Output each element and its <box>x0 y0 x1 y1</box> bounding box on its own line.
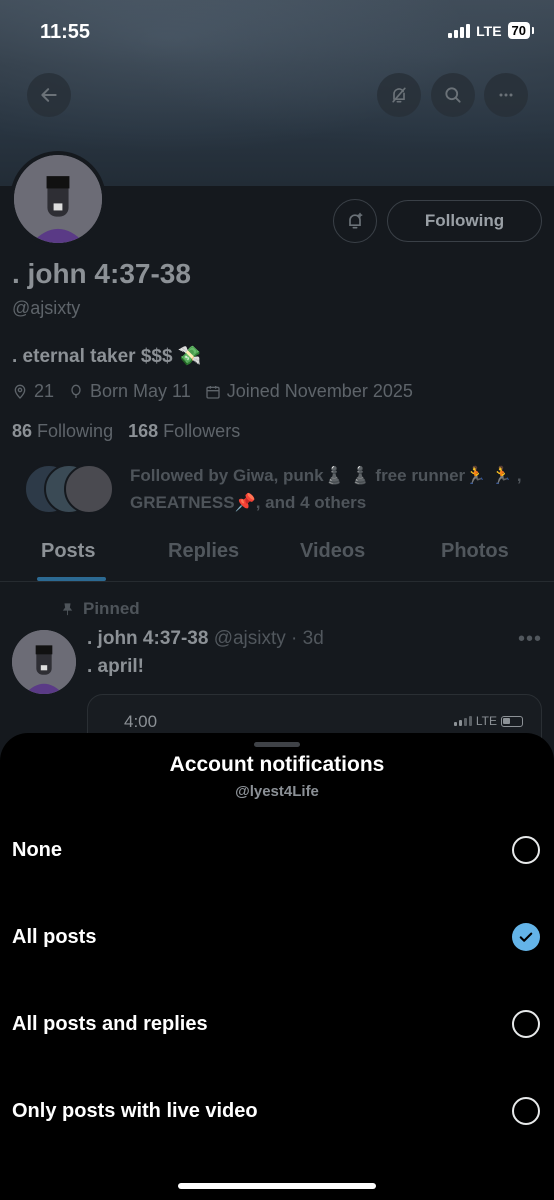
post-author-avatar[interactable] <box>12 630 76 694</box>
profile-handle: @ajsixty <box>12 298 81 318</box>
avatar-image <box>14 155 102 243</box>
following-link[interactable]: 86 Following <box>12 421 113 441</box>
follow-counts: 86 Following 168 Followers <box>12 421 240 442</box>
calendar-icon <box>206 385 220 399</box>
mute-notifications-button[interactable] <box>377 73 421 117</box>
profile-name: . john 4:37-38 <box>12 258 191 289</box>
post-text: . april! <box>87 656 145 677</box>
account-notifications-sheet: Account notifications @lyest4Life None A… <box>0 733 554 1200</box>
location-icon <box>14 384 26 399</box>
notifications-bell-button[interactable] <box>333 199 377 243</box>
sheet-grabber[interactable] <box>254 742 300 747</box>
option-all-posts[interactable]: All posts <box>0 907 554 967</box>
profile-bio: . eternal taker $$$ 💸 <box>12 346 202 367</box>
pinned-label: Pinned <box>60 599 140 619</box>
radio-unchecked[interactable] <box>512 1010 540 1038</box>
home-indicator[interactable] <box>178 1183 376 1189</box>
back-button[interactable] <box>27 73 71 117</box>
battery-icon <box>501 715 523 727</box>
arrow-left-icon <box>41 88 57 102</box>
followed-by-text[interactable]: Followed by Giwa, punk♟️ ♟️ free runner🏃… <box>130 462 540 516</box>
tab-posts[interactable]: Posts <box>41 540 95 563</box>
post-author-name[interactable]: . john 4:37-38 <box>87 628 208 649</box>
followers-link[interactable]: 168 Followers <box>128 421 240 441</box>
checkmark-icon <box>519 932 533 942</box>
more-button[interactable] <box>484 73 528 117</box>
profile-location: 21 <box>34 381 55 401</box>
signal-icon <box>448 23 471 38</box>
bell-off-icon <box>392 87 406 103</box>
profile-meta: 21 Born May 11 Joined November 2025 <box>12 381 413 402</box>
network-type: LTE <box>476 22 502 39</box>
radio-unchecked[interactable] <box>512 1097 540 1125</box>
radio-unchecked[interactable] <box>512 836 540 864</box>
post-more-icon[interactable]: ••• <box>518 628 542 651</box>
tab-photos[interactable]: Photos <box>441 540 509 563</box>
option-label: None <box>12 838 62 861</box>
option-label: All posts and replies <box>12 1012 208 1035</box>
search-button[interactable] <box>431 73 475 117</box>
pin-icon <box>62 602 73 615</box>
followed-by-avatars[interactable] <box>24 464 116 516</box>
sheet-subtitle: @lyest4Life <box>235 783 319 800</box>
radio-checked[interactable] <box>512 923 540 951</box>
battery-indicator: 70 <box>507 22 535 39</box>
embed-time: 4:00 <box>124 712 158 731</box>
option-label: Only posts with live video <box>12 1099 258 1122</box>
post-header: . john 4:37-38 @ajsixty · 3d <box>87 628 324 650</box>
profile-avatar[interactable] <box>10 151 106 247</box>
option-all-posts-and-replies[interactable]: All posts and replies <box>0 994 554 1054</box>
following-button[interactable]: Following <box>387 200 542 242</box>
tab-replies[interactable]: Replies <box>168 540 239 563</box>
status-bar: 11:55 LTE 70 <box>0 0 554 64</box>
signal-icon <box>453 716 472 726</box>
embed-status: LTE <box>453 714 523 728</box>
balloon-icon <box>71 384 81 398</box>
search-icon <box>445 87 461 103</box>
tab-videos[interactable]: Videos <box>300 540 365 563</box>
active-tab-indicator <box>37 577 106 581</box>
more-horizontal-icon <box>499 93 513 97</box>
option-live-video-posts[interactable]: Only posts with live video <box>0 1081 554 1141</box>
option-label: All posts <box>12 925 97 948</box>
profile-birthday: Born May 11 <box>90 381 191 401</box>
sheet-title: Account notifications <box>169 753 385 776</box>
post-handle-time: @ajsixty · 3d <box>213 628 324 649</box>
avatar-image <box>12 630 76 694</box>
profile-tabs: Posts Replies Videos Photos <box>0 528 554 582</box>
bell-icon <box>349 212 363 229</box>
status-time: 11:55 <box>40 21 91 43</box>
profile-joined: Joined November 2025 <box>226 381 413 401</box>
option-none[interactable]: None <box>0 820 554 880</box>
